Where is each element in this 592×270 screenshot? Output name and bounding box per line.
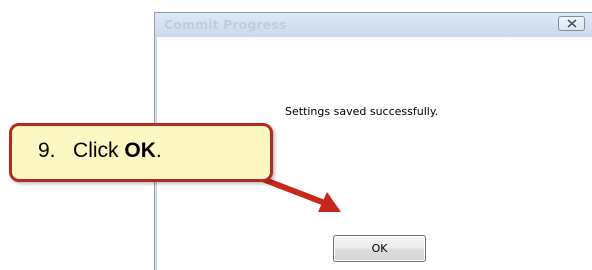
status-message: Settings saved successfully.: [285, 105, 439, 118]
callout-text: 9. Click OK.: [38, 139, 162, 163]
screenshot-stage: Commit Progress Settings saved successfu…: [0, 0, 592, 270]
callout-text-suffix: .: [155, 139, 162, 162]
close-icon: [567, 19, 577, 28]
callout-text-bold: OK: [124, 139, 156, 162]
callout-text-prefix: Click: [73, 139, 125, 162]
callout-step-number: 9.: [38, 139, 56, 162]
instruction-callout: 9. Click OK.: [9, 123, 273, 182]
dialog-title: Commit Progress: [164, 17, 287, 32]
dialog-titlebar: Commit Progress: [155, 13, 592, 37]
ok-button[interactable]: OK: [333, 235, 426, 262]
close-button[interactable]: [558, 16, 585, 31]
